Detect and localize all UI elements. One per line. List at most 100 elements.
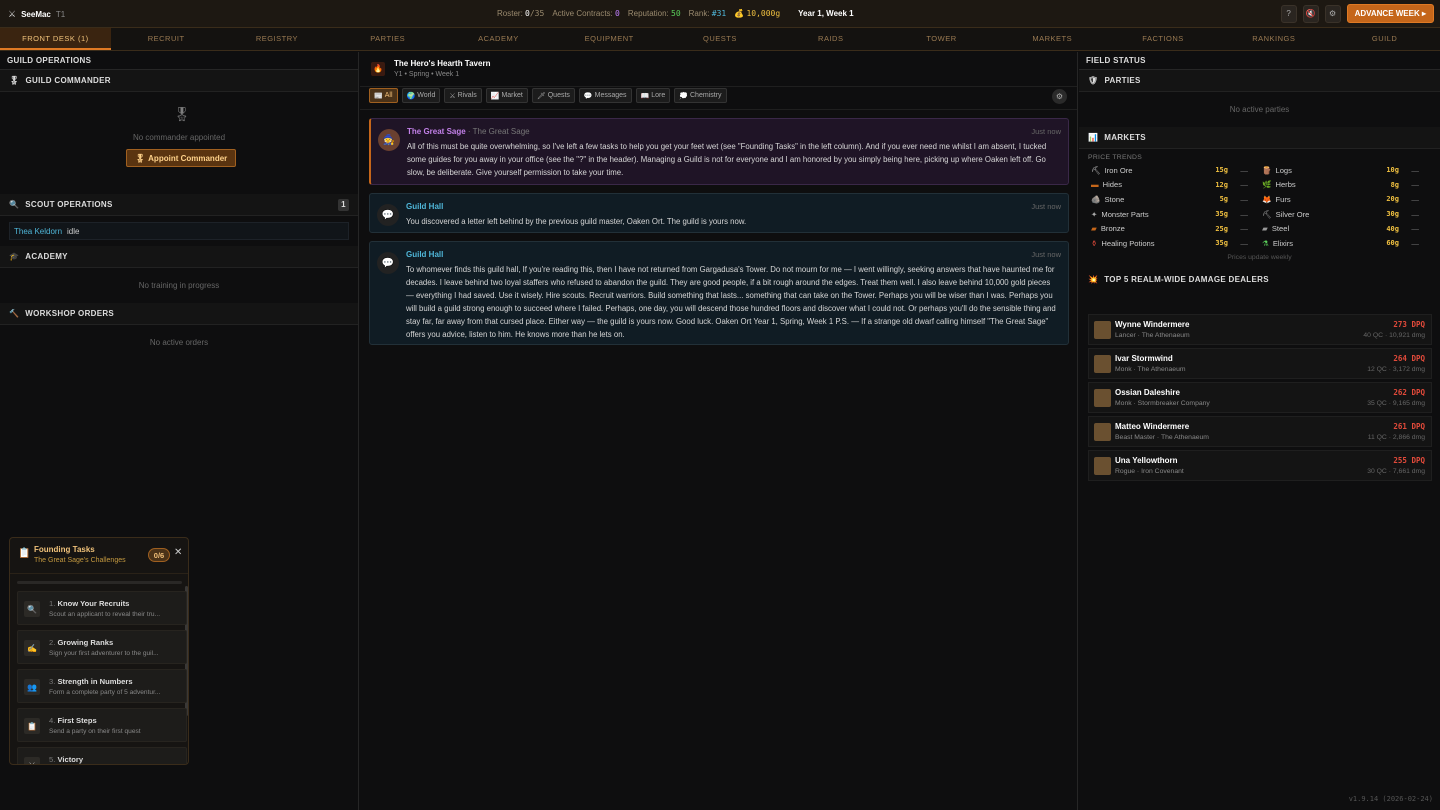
market-item: 🪵 Logs 10g —	[1262, 165, 1419, 175]
money-bag-icon: 💰	[734, 9, 745, 18]
herb-icon: 🌿	[1262, 180, 1272, 190]
clipboard-icon: 📋	[18, 548, 31, 559]
academy-header: 🎓 ACADEMY	[0, 246, 358, 268]
potion-icon: ⚱	[1091, 238, 1098, 248]
prices-note: Prices update weekly	[1227, 253, 1292, 261]
appoint-commander-button[interactable]: 🎖 Appoint Commander	[126, 149, 237, 167]
avatar	[1094, 457, 1111, 475]
tab-guild[interactable]: GUILD	[1329, 28, 1440, 50]
filter-rivals[interactable]: ⚔ Rivals	[444, 88, 482, 103]
dealer-row[interactable]: Ivar Stormwind Monk · The Athenaeum 264 DP…	[1088, 348, 1432, 379]
scout-operations-header: 🔍 SCOUT OPERATIONS 1	[0, 194, 358, 216]
market-item: 🪨 Stone 5g —	[1091, 194, 1248, 204]
crossed-swords-icon: ⚔	[449, 92, 456, 100]
task-item[interactable]: 👥 3. Strength in Numbers Form a complete p…	[17, 669, 187, 703]
filter-market[interactable]: 📈 Market	[485, 88, 528, 103]
tab-parties[interactable]: PARTIES	[332, 28, 443, 50]
medal-placeholder-icon: 🎖	[173, 106, 191, 122]
scout-name[interactable]: Thea Keldorn	[14, 227, 62, 236]
crossed-swords-icon: ⚔	[24, 757, 40, 764]
feed-settings-icon[interactable]: ⚙	[1052, 89, 1067, 104]
market-list-right: 🪵 Logs 10g — 🌿 Herbs 8g — 🦊 Furs 20g — ⛏ Silver Or…	[1262, 163, 1419, 251]
message-card: 💬 Guild Hall Just now You discovered a l…	[369, 193, 1069, 233]
settings-gear-icon[interactable]: ⚙	[1324, 4, 1341, 23]
help-button[interactable]: ?	[1280, 4, 1297, 23]
task-item[interactable]: 📋 4. First Steps Send a party on their fir…	[17, 708, 187, 742]
tab-quests[interactable]: QUESTS	[665, 28, 776, 50]
advance-week-button[interactable]: ADVANCE WEEK ▸	[1346, 4, 1434, 23]
avatar	[1094, 321, 1111, 339]
tab-factions[interactable]: FACTIONS	[1108, 28, 1219, 50]
tab-rankings[interactable]: RANKINGS	[1218, 28, 1329, 50]
message-sender[interactable]: Guild Hall	[406, 250, 443, 259]
filter-chemistry[interactable]: 💭 Chemistry	[674, 88, 727, 103]
speech-bubble-icon: 💬	[583, 92, 593, 100]
mute-icon[interactable]: 🔇	[1302, 4, 1319, 23]
founding-tasks-header: 📋 Founding Tasks The Great Sage's Challe…	[10, 538, 188, 574]
avatar	[1094, 389, 1111, 407]
tier-label: T1	[55, 10, 66, 19]
scout-status: idle	[67, 226, 80, 236]
task-item[interactable]: 🔍 1. Know Your Recruits Scout an applicant…	[17, 591, 187, 625]
market-item: ▰ Bronze 25g —	[1091, 224, 1248, 234]
market-item: ⛏ Iron Ore 15g —	[1091, 165, 1248, 175]
guild-operations-title: GUILD OPERATIONS	[0, 52, 358, 70]
crossed-swords-icon: ⚔	[8, 9, 17, 19]
market-item: ▰ Steel 40g —	[1262, 224, 1419, 234]
scout-row[interactable]: Thea Keldorn idle	[9, 222, 349, 240]
book-icon: 📖	[640, 92, 650, 100]
task-item[interactable]: ⚔ 5. Victory	[17, 747, 187, 764]
filter-world[interactable]: 🌍 World	[401, 88, 441, 103]
magnifier-icon: 🔍	[24, 601, 40, 617]
tab-equipment[interactable]: EQUIPMENT	[554, 28, 665, 50]
guild-stats: Roster: 0/35 Active Contracts: 0 Reputat…	[497, 9, 854, 18]
filter-all[interactable]: 📰 All	[369, 88, 398, 103]
tab-recruit[interactable]: RECRUIT	[111, 28, 222, 50]
magnifier-icon: 🔍	[9, 200, 20, 209]
tab-raids[interactable]: RAIDS	[775, 28, 886, 50]
stone-icon: 🪨	[1091, 194, 1101, 204]
bar-chart-icon: 📊	[1088, 133, 1099, 142]
tab-tower[interactable]: TOWER	[886, 28, 997, 50]
tab-markets[interactable]: MARKETS	[997, 28, 1108, 50]
filter-quests[interactable]: 🗡 Quests	[531, 88, 575, 103]
close-icon[interactable]: ✕	[174, 547, 182, 558]
tab-front-desk[interactable]: FRONT DESK (1)	[0, 28, 111, 50]
reputation-stat: Reputation: 50	[627, 9, 681, 18]
message-sender[interactable]: Guild Hall	[406, 202, 443, 211]
tab-academy[interactable]: ACADEMY	[443, 28, 554, 50]
speech-bubble-icon: 💬	[377, 204, 399, 226]
market-list-left: ⛏ Iron Ore 15g — ▬ Hides 12g — 🪨 Stone 5g — ✦ Mons…	[1091, 163, 1248, 251]
newspaper-icon: 📰	[374, 92, 383, 100]
speech-bubble-icon: 💬	[377, 252, 399, 274]
dealer-row[interactable]: Matteo Windermere Beast Master · The Athe…	[1088, 416, 1432, 447]
damage-dealers-header: 💥 TOP 5 REALM-WIDE DAMAGE DEALERS	[1088, 275, 1269, 285]
dealer-row[interactable]: Una Yellowthorn Rogue · Iron Covenant 255 …	[1088, 450, 1432, 481]
contracts-stat: Active Contracts: 0	[552, 9, 620, 18]
founding-tasks-subtitle: The Great Sage's Challenges	[34, 557, 126, 564]
dealer-row[interactable]: Wynne Windermere Lancer · The Athenaeum 27…	[1088, 314, 1432, 345]
scout-count-badge: 1	[338, 198, 349, 211]
tab-registry[interactable]: REGISTRY	[222, 28, 333, 50]
main-tabs: FRONT DESK (1) RECRUIT REGISTRY PARTIES …	[0, 28, 1440, 51]
sage-avatar: 🧙	[378, 129, 400, 151]
ingot-icon: ▰	[1091, 224, 1097, 234]
signature-icon: ✍	[24, 640, 40, 656]
founding-tasks-title: Founding Tasks	[34, 545, 95, 554]
tavern-header: 🔥 The Hero's Hearth Tavern Y1 • Spring •…	[360, 52, 1077, 87]
medal-icon: 🎖	[135, 153, 146, 163]
log-icon: 🪵	[1262, 165, 1272, 175]
filter-lore[interactable]: 📖 Lore	[635, 88, 671, 103]
filter-messages[interactable]: 💬 Messages	[578, 88, 632, 103]
market-item: ✦ Monster Parts 35g —	[1091, 209, 1248, 219]
tavern-date: Y1 • Spring • Week 1	[394, 71, 460, 78]
globe-icon: 🌍	[406, 92, 416, 100]
message-card: 💬 Guild Hall Just now To whomever finds …	[369, 241, 1069, 345]
people-icon: 👥	[24, 679, 40, 695]
market-item: 🦊 Furs 20g —	[1262, 194, 1419, 204]
dealer-row[interactable]: Ossian Daleshire Monk · Stormbreaker Comp…	[1088, 382, 1432, 413]
parties-header: 🛡 PARTIES	[1079, 70, 1440, 92]
task-item[interactable]: ✍ 2. Growing Ranks Sign your first adventu…	[17, 630, 187, 664]
avatar	[1094, 423, 1111, 441]
chart-icon: 📈	[490, 92, 500, 100]
